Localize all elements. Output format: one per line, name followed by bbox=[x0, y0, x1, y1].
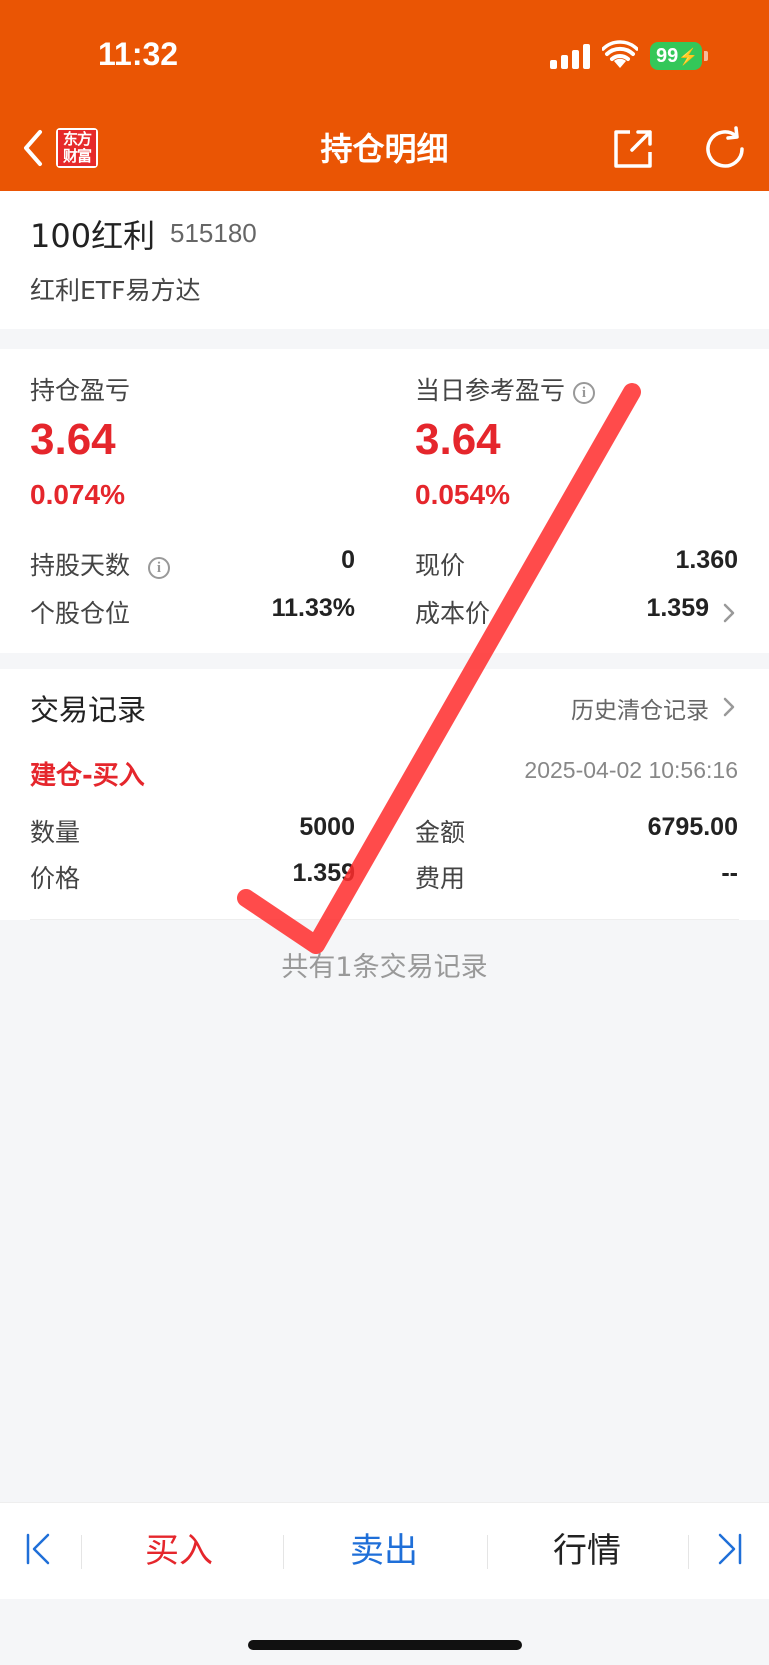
buy-button[interactable]: 买入 bbox=[104, 1523, 254, 1572]
cellular-signal-icon bbox=[550, 43, 590, 69]
daily-pl-value: 3.64 bbox=[415, 415, 501, 464]
holding-days-label: 持股天数 i bbox=[30, 546, 171, 582]
header-bar: 11:32 99⚡ 东方 财富 持仓明细 bbox=[0, 0, 769, 191]
last-page-icon[interactable] bbox=[716, 1531, 744, 1567]
wifi-icon bbox=[602, 40, 638, 68]
amount-value: 6795.00 bbox=[647, 813, 738, 841]
daily-pl-label: 当日参考盈亏 i bbox=[415, 371, 596, 407]
quote-button[interactable]: 行情 bbox=[512, 1523, 662, 1572]
stock-name: 100红利 bbox=[30, 217, 156, 255]
chevron-right-icon[interactable] bbox=[722, 602, 736, 624]
divider bbox=[30, 919, 739, 920]
holding-pl-label: 持仓盈亏 bbox=[30, 376, 131, 405]
holding-pl-pct: 0.074% bbox=[30, 479, 125, 510]
fee-label: 费用 bbox=[415, 864, 466, 893]
trade-price-label: 价格 bbox=[30, 864, 81, 893]
position-summary-card: 持仓盈亏 3.64 0.074% 当日参考盈亏 i 3.64 0.054% 持股天… bbox=[0, 349, 769, 653]
quantity-label: 数量 bbox=[30, 818, 81, 847]
separator bbox=[688, 1535, 689, 1569]
battery-indicator: 99⚡ bbox=[650, 42, 702, 70]
quantity-value: 5000 bbox=[299, 813, 355, 841]
info-icon[interactable]: i bbox=[148, 557, 171, 579]
record-count-text: 共有1条交易记录 bbox=[281, 952, 488, 983]
trade-type: 建仓-买入 bbox=[30, 761, 145, 791]
position-ratio-label: 个股仓位 bbox=[30, 599, 131, 628]
cost-price-label[interactable]: 成本价 bbox=[415, 594, 490, 630]
info-icon[interactable]: i bbox=[573, 382, 596, 404]
chevron-right-icon[interactable] bbox=[722, 696, 736, 718]
status-time: 11:32 bbox=[98, 36, 179, 72]
history-clearance-link[interactable]: 历史清仓记录 bbox=[571, 691, 709, 725]
separator bbox=[283, 1535, 284, 1569]
separator bbox=[487, 1535, 488, 1569]
trade-section-title: 交易记录 bbox=[30, 693, 147, 727]
position-ratio-value: 11.33% bbox=[271, 594, 355, 622]
first-page-icon[interactable] bbox=[24, 1531, 52, 1567]
sell-button[interactable]: 卖出 bbox=[309, 1523, 459, 1572]
daily-pl-pct: 0.054% bbox=[415, 479, 510, 510]
amount-label: 金额 bbox=[415, 818, 466, 847]
stock-code: 515180 bbox=[170, 218, 257, 248]
refresh-icon[interactable] bbox=[702, 126, 748, 172]
trade-datetime: 2025-04-02 10:56:16 bbox=[524, 757, 738, 783]
trade-record-card: 交易记录 历史清仓记录 建仓-买入 2025-04-02 10:56:16 数量… bbox=[0, 669, 769, 920]
separator bbox=[81, 1535, 82, 1569]
fee-value: -- bbox=[721, 859, 738, 887]
trade-price-value: 1.359 bbox=[292, 859, 355, 887]
stock-info-card: 100红利 515180 红利ETF易方达 bbox=[0, 191, 769, 329]
share-icon[interactable] bbox=[610, 126, 656, 172]
bottom-action-bar: 买入 卖出 行情 bbox=[0, 1502, 769, 1599]
stock-full-name: 红利ETF易方达 bbox=[30, 276, 201, 305]
holding-pl-value: 3.64 bbox=[30, 415, 116, 464]
holding-days-value: 0 bbox=[341, 546, 355, 574]
cost-price-value[interactable]: 1.359 bbox=[646, 594, 709, 623]
battery-cap bbox=[704, 51, 708, 61]
current-price-value: 1.360 bbox=[675, 546, 738, 574]
current-price-label: 现价 bbox=[415, 551, 466, 580]
home-indicator bbox=[248, 1640, 522, 1650]
